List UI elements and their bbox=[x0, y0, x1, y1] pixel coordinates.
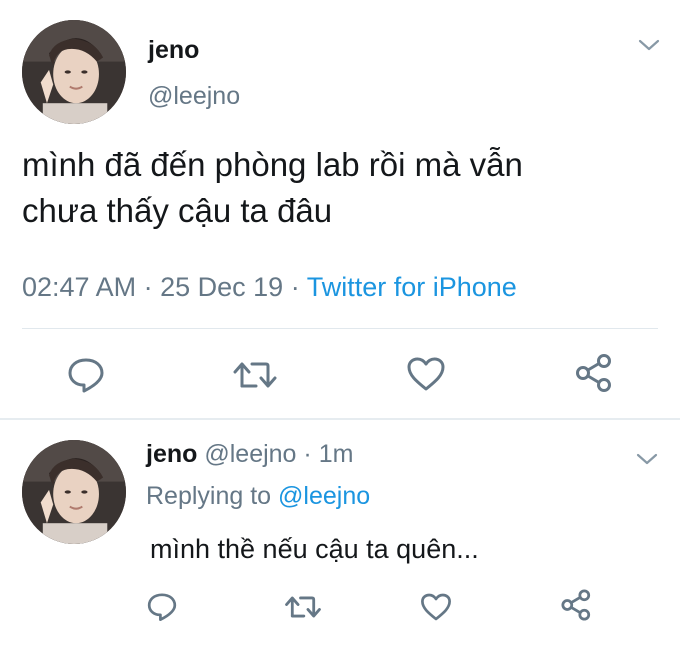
date[interactable]: 25 Dec 19 bbox=[160, 272, 283, 302]
section-divider bbox=[0, 418, 680, 420]
avatar-image bbox=[22, 20, 126, 124]
divider bbox=[22, 328, 658, 329]
reply-icon bbox=[147, 593, 177, 621]
retweet-icon bbox=[233, 362, 277, 388]
tweet-text: mình đã đến phòng lab rồi mà vẫn chưa th… bbox=[22, 142, 523, 234]
avatar[interactable] bbox=[22, 440, 126, 544]
handle[interactable]: @leejno bbox=[148, 82, 240, 111]
retweet-button[interactable] bbox=[284, 593, 322, 621]
reply-button[interactable] bbox=[66, 354, 106, 394]
like-button[interactable] bbox=[420, 592, 452, 622]
retweet-icon bbox=[285, 596, 321, 618]
heart-icon bbox=[407, 357, 445, 391]
replying-prefix: Replying to bbox=[146, 482, 272, 510]
reply-button[interactable] bbox=[146, 590, 178, 622]
avatar-image bbox=[22, 440, 126, 544]
chevron-down-icon[interactable] bbox=[638, 38, 660, 52]
like-button[interactable] bbox=[406, 356, 446, 392]
share-icon bbox=[561, 589, 591, 621]
separator: · bbox=[143, 272, 153, 302]
avatar[interactable] bbox=[22, 20, 126, 124]
display-name[interactable]: jeno bbox=[148, 36, 199, 65]
share-button[interactable] bbox=[574, 352, 616, 394]
replying-to: Replying to @leejno bbox=[146, 482, 370, 511]
share-icon bbox=[576, 354, 611, 392]
retweet-button[interactable] bbox=[232, 358, 278, 392]
timestamp[interactable]: 1m bbox=[319, 440, 354, 468]
tweet-text-line: mình đã đến phòng lab rồi mà vẫn bbox=[22, 146, 523, 183]
share-button[interactable] bbox=[560, 588, 594, 622]
separator: · bbox=[290, 272, 300, 302]
tweet-meta: 02:47 AM · 25 Dec 19 · Twitter for iPhon… bbox=[22, 272, 517, 303]
reply-icon bbox=[68, 358, 104, 393]
source-link[interactable]: Twitter for iPhone bbox=[307, 272, 517, 302]
timestamp[interactable]: 02:47 AM bbox=[22, 272, 136, 302]
heart-icon bbox=[421, 593, 451, 621]
tweet-text-line: chưa thấy cậu ta đâu bbox=[22, 192, 333, 229]
chevron-down-icon[interactable] bbox=[636, 452, 658, 466]
separator: · bbox=[303, 440, 312, 468]
reply-header: jeno @leejno · 1m bbox=[146, 440, 353, 469]
replying-handle-link[interactable]: @leejno bbox=[278, 482, 370, 510]
handle[interactable]: @leejno bbox=[204, 440, 296, 468]
reply-text: mình thề nếu cậu ta quên... bbox=[150, 534, 479, 564]
display-name[interactable]: jeno bbox=[146, 440, 197, 468]
